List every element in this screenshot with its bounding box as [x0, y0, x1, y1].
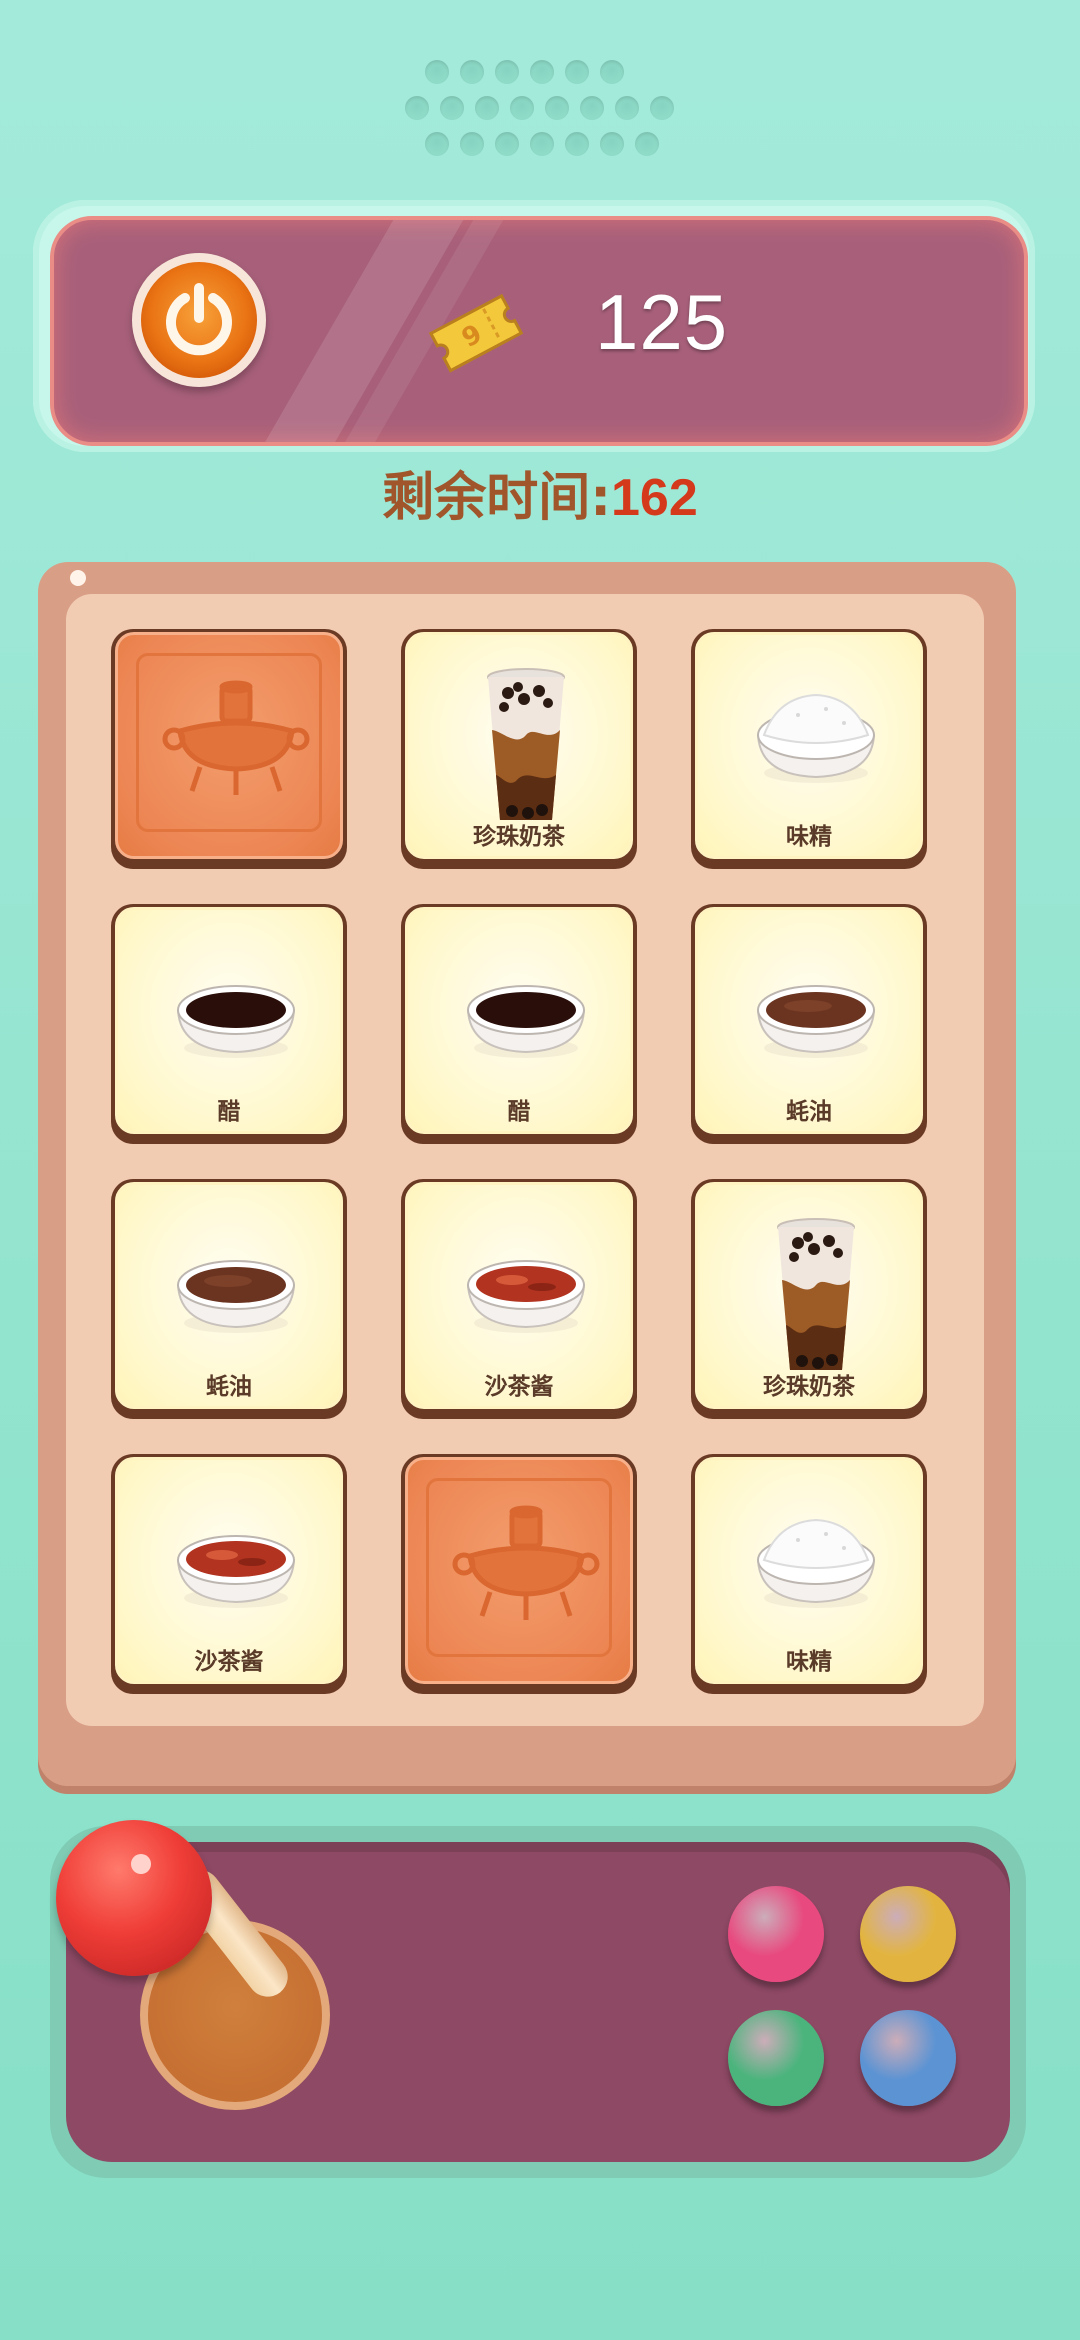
speaker-dot — [615, 96, 639, 120]
card[interactable]: 味精 — [691, 629, 927, 869]
speaker-dot — [600, 132, 624, 156]
card-label: 蚝油 — [206, 1374, 252, 1400]
speaker-dot — [475, 96, 499, 120]
speaker-dot — [530, 132, 554, 156]
msg-icon — [698, 1460, 920, 1641]
vinegar-icon — [118, 910, 340, 1091]
oyster-sauce-icon — [118, 1185, 340, 1366]
bubble-tea-icon — [698, 1185, 920, 1370]
card-label: 蚝油 — [786, 1099, 832, 1125]
card[interactable]: 醋 — [401, 904, 637, 1144]
coin-counter: 125 — [595, 278, 729, 366]
card-label: 沙茶酱 — [194, 1649, 264, 1675]
speaker-dot — [460, 60, 484, 84]
card[interactable]: 蚝油 — [111, 1179, 347, 1419]
speaker-dot — [635, 132, 659, 156]
card-board: 珍珠奶茶 味精醋醋蚝油 蚝油 沙茶酱 珍珠奶茶 沙茶酱 味精 — [66, 594, 984, 1726]
oyster-sauce-icon — [698, 910, 920, 1091]
blue-action-button[interactable] — [860, 2010, 956, 2106]
green-action-button[interactable] — [728, 2010, 824, 2106]
speaker-dot — [565, 132, 589, 156]
speaker-dot — [510, 96, 534, 120]
speaker-dot — [600, 60, 624, 84]
card[interactable]: 醋 — [111, 904, 347, 1144]
card[interactable]: 蚝油 — [691, 904, 927, 1144]
time-remaining: 剩余时间:162 — [0, 472, 1080, 524]
card[interactable]: 沙茶酱 — [401, 1179, 637, 1419]
msg-icon — [698, 635, 920, 816]
card-label: 醋 — [507, 1099, 531, 1125]
speaker-dot — [650, 96, 674, 120]
card-label: 珍珠奶茶 — [763, 1374, 855, 1400]
card[interactable]: 沙茶酱 — [111, 1454, 347, 1694]
hotpot-icon — [408, 1460, 630, 1671]
power-icon — [166, 283, 232, 356]
satay-sauce-icon — [408, 1185, 630, 1366]
speaker-dot — [495, 60, 519, 84]
speaker-dot — [425, 132, 449, 156]
speaker-dot — [495, 132, 519, 156]
speaker-grille — [395, 60, 685, 170]
card[interactable]: 珍珠奶茶 — [691, 1179, 927, 1419]
speaker-dot — [440, 96, 464, 120]
speaker-dot — [565, 60, 589, 84]
card-label: 珍珠奶茶 — [473, 824, 565, 850]
time-remaining-label: 剩余时间: — [382, 468, 612, 528]
speaker-dot — [405, 96, 429, 120]
speaker-dot — [460, 132, 484, 156]
card-label: 醋 — [217, 1099, 241, 1125]
card-label: 味精 — [786, 824, 832, 850]
card-label: 味精 — [786, 1649, 832, 1675]
speaker-dot — [580, 96, 604, 120]
ticket-icon: 9 — [425, 280, 535, 384]
vinegar-icon — [408, 910, 630, 1091]
satay-sauce-icon — [118, 1460, 340, 1641]
yellow-action-button[interactable] — [860, 1886, 956, 1982]
time-remaining-value: 162 — [611, 469, 698, 527]
card-facedown[interactable] — [111, 629, 347, 869]
hotpot-icon — [118, 635, 340, 846]
speaker-dot — [530, 60, 554, 84]
speaker-dot — [425, 60, 449, 84]
speaker-dot — [545, 96, 569, 120]
card-label: 沙茶酱 — [484, 1374, 554, 1400]
joystick-knob[interactable] — [56, 1820, 212, 1976]
pink-action-button[interactable] — [728, 1886, 824, 1982]
card-facedown[interactable] — [401, 1454, 637, 1694]
bubble-tea-icon — [408, 635, 630, 820]
card[interactable]: 味精 — [691, 1454, 927, 1694]
card[interactable]: 珍珠奶茶 — [401, 629, 637, 869]
power-button[interactable] — [132, 253, 266, 387]
